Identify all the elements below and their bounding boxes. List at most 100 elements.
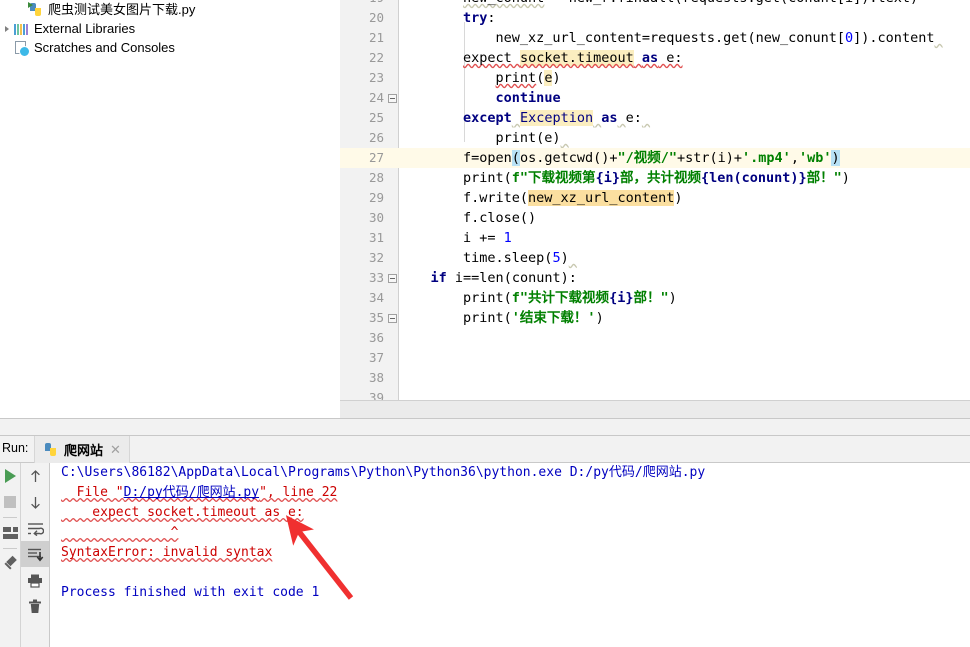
fold-marker-icon[interactable] <box>388 94 397 103</box>
code-line[interactable]: 37 <box>340 348 970 368</box>
line-code: print(e) <box>398 68 561 88</box>
code-line[interactable]: 31 i += 1 <box>340 228 970 248</box>
console-controls-toolbar <box>21 463 50 647</box>
line-number: 35 <box>340 308 384 328</box>
console-output[interactable]: C:\Users\86182\AppData\Local\Programs\Py… <box>50 463 970 647</box>
line-number: 36 <box>340 328 384 348</box>
run-tab[interactable]: 爬网站 ✕ <box>34 436 130 463</box>
line-number: 32 <box>340 248 384 268</box>
code-line[interactable]: 26 print(e) <box>340 128 970 148</box>
code-line[interactable]: 21 new_xz_url_content=requests.get(new_c… <box>340 28 970 48</box>
code-line[interactable]: 36 <box>340 328 970 348</box>
line-code: print(f"下载视频第{i}部，共计视频{len(conunt)}部！") <box>398 168 850 188</box>
pycharm-window: 爬虫测试美女图片下载.py External Libraries Scratch… <box>0 0 970 647</box>
code-line[interactable]: 20 try: <box>340 8 970 28</box>
code-line[interactable]: 32 time.sleep(5) <box>340 248 970 268</box>
code-line[interactable]: 35 print('结束下载！') <box>340 308 970 328</box>
tool-window-splitter[interactable] <box>0 418 970 436</box>
line-number: 23 <box>340 68 384 88</box>
pin-icon <box>3 557 18 572</box>
code-line[interactable]: 24 continue <box>340 88 970 108</box>
code-line[interactable]: 19 new_conunt = new_r.findall(requests.g… <box>340 0 970 8</box>
run-tool-window-header: Run: 爬网站 ✕ <box>0 436 970 463</box>
close-icon[interactable]: ✕ <box>110 443 121 456</box>
code-line[interactable]: 29 f.write(new_xz_url_content) <box>340 188 970 208</box>
python-file-icon <box>28 2 44 18</box>
code-line[interactable]: 25 except Exception as e: <box>340 108 970 128</box>
fold-marker-icon[interactable] <box>388 314 397 323</box>
code-line[interactable]: 23 print(e) <box>340 68 970 88</box>
line-code: f.close() <box>398 208 536 228</box>
soft-wrap-button[interactable] <box>21 515 49 541</box>
line-number: 33 <box>340 268 384 288</box>
scroll-to-end-button[interactable] <box>21 541 49 567</box>
tree-item-python-file[interactable]: 爬虫测试美女图片下载.py <box>0 0 340 19</box>
traceback-file-prefix: File " <box>61 485 124 500</box>
line-code: expect socket.timeout as e: <box>398 48 683 68</box>
run-tool-window: Run: 爬网站 ✕ <box>0 436 970 647</box>
line-code: try: <box>398 8 496 28</box>
line-code: i += 1 <box>398 228 512 248</box>
line-number: 29 <box>340 188 384 208</box>
run-label: Run: <box>2 441 28 455</box>
rerun-button[interactable] <box>0 463 20 489</box>
line-number: 37 <box>340 348 384 368</box>
scratches-icon <box>14 40 30 56</box>
code-line[interactable]: 28 print(f"下载视频第{i}部，共计视频{len(conunt)}部！… <box>340 168 970 188</box>
traceback-file-suffix: ", line 22 <box>259 485 337 500</box>
next-occurrence-button[interactable] <box>21 489 49 515</box>
line-number: 26 <box>340 128 384 148</box>
run-tab-label: 爬网站 <box>64 440 103 459</box>
line-number: 22 <box>340 48 384 68</box>
code-line[interactable]: 38 <box>340 368 970 388</box>
traceback-file-link[interactable]: D:/py代码/爬网站.py <box>124 485 259 500</box>
line-number: 25 <box>340 108 384 128</box>
console-line-traceback-file: File "D:/py代码/爬网站.py", line 22 <box>50 483 970 503</box>
line-number: 28 <box>340 168 384 188</box>
console-line-command: C:\Users\86182\AppData\Local\Programs\Py… <box>50 463 970 483</box>
print-button[interactable] <box>21 567 49 593</box>
line-code: print(e) <box>398 128 569 148</box>
code-line[interactable]: 22 expect socket.timeout as e: <box>340 48 970 68</box>
soft-wrap-icon <box>27 521 44 536</box>
line-code: new_conunt = new_r.findall(requests.get(… <box>398 0 918 8</box>
line-code: time.sleep(5) <box>398 248 577 268</box>
arrow-down-icon <box>28 495 43 510</box>
code-line[interactable]: 34 print(f"共计下载视频{i}部！") <box>340 288 970 308</box>
code-lines-container[interactable]: 19 new_conunt = new_r.findall(requests.g… <box>340 0 970 418</box>
chevron-right-icon[interactable] <box>2 19 14 38</box>
line-number: 20 <box>340 8 384 28</box>
console-cmd-script: D:/py代码/爬网站.py <box>570 465 705 480</box>
line-code: print('结束下载！') <box>398 308 604 328</box>
stop-button[interactable] <box>0 489 20 515</box>
code-editor[interactable]: 19 new_conunt = new_r.findall(requests.g… <box>340 0 970 418</box>
line-number: 30 <box>340 208 384 228</box>
external-libraries-icon <box>14 20 30 38</box>
project-tree-pane: 爬虫测试美女图片下载.py External Libraries Scratch… <box>0 0 340 418</box>
line-code: continue <box>398 88 561 108</box>
prev-occurrence-button[interactable] <box>21 463 49 489</box>
console-cmd-prefix: C:\Users\86182\AppData\Local\Programs\Py… <box>61 465 570 480</box>
scroll-end-icon <box>27 547 44 562</box>
layout-icon <box>3 527 18 539</box>
restore-layout-button[interactable] <box>0 520 20 546</box>
pin-tab-button[interactable] <box>0 551 20 577</box>
tree-item-external-libraries[interactable]: External Libraries <box>0 19 340 38</box>
code-line[interactable]: 30 f.close() <box>340 208 970 228</box>
console-line-traceback-code: expect socket.timeout as e: <box>50 503 970 523</box>
tree-item-label: External Libraries <box>34 19 135 38</box>
fold-marker-icon[interactable] <box>388 274 397 283</box>
line-code: except Exception as e: <box>398 108 650 128</box>
tree-item-scratches-and-consoles[interactable]: Scratches and Consoles <box>0 38 340 57</box>
line-code: print(f"共计下载视频{i}部！") <box>398 288 677 308</box>
code-line-current[interactable]: 27 f=open(os.getcwd()+"/视频/"+str(i)+'.mp… <box>340 148 970 168</box>
line-number: 24 <box>340 88 384 108</box>
line-number: 38 <box>340 368 384 388</box>
editor-bottom-strip <box>340 400 970 418</box>
console-line-error: SyntaxError: invalid syntax <box>50 543 970 563</box>
code-line[interactable]: 33 if i==len(conunt): <box>340 268 970 288</box>
line-number: 34 <box>340 288 384 308</box>
run-controls-toolbar <box>0 463 21 647</box>
arrow-up-icon <box>28 469 43 484</box>
clear-all-button[interactable] <box>21 593 49 619</box>
